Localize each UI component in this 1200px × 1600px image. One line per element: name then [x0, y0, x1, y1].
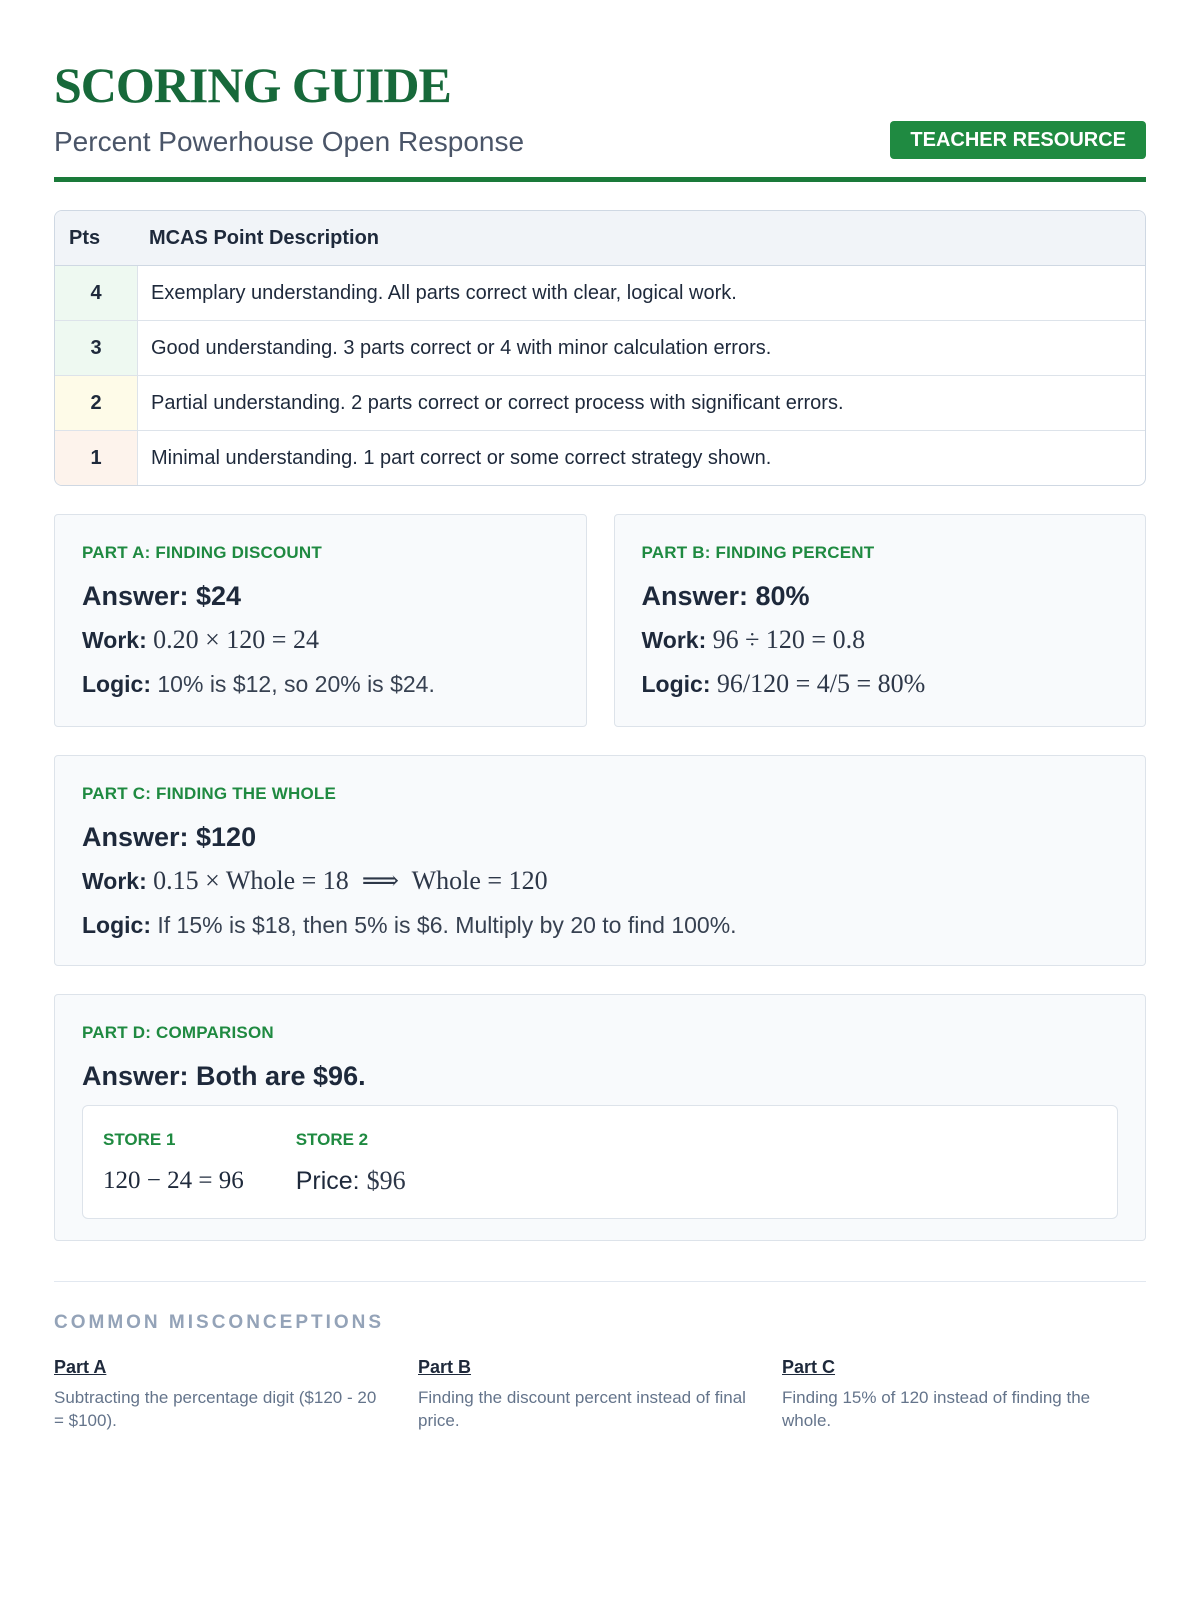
rubric-points-cell: 4 — [55, 266, 138, 320]
rubric-table: Pts MCAS Point Description 4 Exemplary u… — [54, 210, 1146, 486]
store-2-text: Price: — [295, 1167, 367, 1195]
part-b-card: PART B: FINDING PERCENT Answer: 80% Work… — [613, 514, 1146, 727]
part-c-label: PART C: FINDING THE WHOLE — [82, 784, 336, 803]
rubric-header-pts: Pts — [69, 227, 101, 249]
part-b-answer: Answer: 80% — [641, 581, 810, 611]
rubric-header-row: Pts MCAS Point Description — [55, 211, 1145, 266]
table-row: 1 Minimal understanding. 1 part correct … — [55, 431, 1145, 485]
work-label: Work: — [82, 868, 147, 894]
part-b-work: Work: 96 ÷ 120 = 0.8 — [642, 625, 1119, 655]
logic-label: Logic: — [82, 671, 151, 697]
rubric-header-description: MCAS Point Description — [149, 227, 380, 249]
misconception-heading: Part C — [782, 1357, 836, 1377]
misconception-text: Subtracting the percentage digit ($120 -… — [54, 1388, 377, 1430]
rubric-description-cell: Exemplary understanding. All parts corre… — [151, 282, 737, 304]
scoring-guide-page: SCORING GUIDE Percent Powerhouse Open Re… — [0, 0, 1200, 1600]
part-a-answer: Answer: $24 — [82, 581, 242, 611]
rubric-description-cell: Minimal understanding. 1 part correct or… — [151, 447, 772, 469]
store-2-column: STORE 2 Price: $96 — [295, 1130, 406, 1196]
work-expression: 96 ÷ 120 = 0.8 — [712, 625, 866, 654]
part-d-answer: Answer: Both are $96. — [82, 1061, 366, 1091]
misconception-heading: Part B — [418, 1357, 472, 1377]
logic-label: Logic: — [641, 671, 711, 697]
store-1-label: STORE 1 — [103, 1130, 176, 1149]
part-a-work: Work: 0.20 × 120 = 24 — [82, 625, 559, 655]
part-a-logic: Logic: 10% is $12, so 20% is $24. — [82, 669, 559, 699]
part-c-card: PART C: FINDING THE WHOLE Answer: $120 W… — [54, 755, 1146, 966]
misconception-heading: Part A — [54, 1357, 107, 1377]
part-a-label: PART A: FINDING DISCOUNT — [82, 543, 322, 562]
rubric-description-cell: Good understanding. 3 parts correct or 4… — [151, 337, 772, 359]
store-comparison-box: STORE 1 120 − 24 = 96 STORE 2 Price: $96 — [82, 1105, 1118, 1219]
page-header: SCORING GUIDE Percent Powerhouse Open Re… — [54, 60, 1146, 182]
rubric-points-cell: 2 — [55, 376, 138, 430]
logic-text: 10% is $12, so 20% is $24. — [157, 671, 435, 697]
logic-label: Logic: — [82, 912, 151, 938]
misconception-text: Finding 15% of 120 instead of finding th… — [782, 1388, 1091, 1430]
logic-expression: 96/120 = 4/5 = 80% — [716, 669, 926, 698]
store-2-label: STORE 2 — [295, 1130, 369, 1149]
store-1-value: 120 − 24 = 96 — [103, 1167, 244, 1194]
misconception-item: Part B Finding the discount percent inst… — [418, 1356, 782, 1432]
misconception-item: Part C Finding 15% of 120 instead of fin… — [782, 1356, 1146, 1432]
misconceptions-section: COMMON MISCONCEPTIONS Part A Subtracting… — [54, 1281, 1146, 1432]
store-1-column: STORE 1 120 − 24 = 96 — [103, 1130, 244, 1194]
part-c-logic: Logic: If 15% is $18, then 5% is $6. Mul… — [82, 910, 1118, 940]
page-title: SCORING GUIDE — [54, 57, 452, 113]
rubric-points-cell: 1 — [55, 431, 138, 485]
logic-text: If 15% is $18, then 5% is $6. Multiply b… — [157, 912, 737, 938]
rubric-points-cell: 3 — [55, 321, 138, 375]
misconception-text: Finding the discount percent instead of … — [418, 1388, 746, 1430]
part-d-card: PART D: COMPARISON Answer: Both are $96.… — [54, 994, 1146, 1241]
part-d-label: PART D: COMPARISON — [82, 1023, 274, 1042]
part-c-answer: Answer: $120 — [82, 822, 257, 852]
store-2-value: Price: $96 — [296, 1166, 406, 1196]
rubric-description-cell: Partial understanding. 2 parts correct o… — [151, 392, 844, 414]
work-expression: 0.20 × 120 = 24 — [153, 625, 319, 654]
misconceptions-title: COMMON MISCONCEPTIONS — [54, 1312, 385, 1333]
teacher-resource-badge: TEACHER RESOURCE — [890, 121, 1146, 159]
part-c-work: Work: 0.15 × Whole = 18 ⟹ Whole = 120 — [82, 866, 1118, 896]
table-row: 3 Good understanding. 3 parts correct or… — [55, 321, 1145, 376]
parts-a-b-row: PART A: FINDING DISCOUNT Answer: $24 Wor… — [54, 514, 1146, 727]
work-label: Work: — [82, 627, 147, 653]
table-row: 2 Partial understanding. 2 parts correct… — [55, 376, 1145, 431]
misconceptions-columns: Part A Subtracting the percentage digit … — [54, 1356, 1146, 1432]
work-expression: 0.15 × Whole = 18 ⟹ Whole = 120 — [153, 866, 548, 895]
work-label: Work: — [641, 627, 707, 653]
table-row: 4 Exemplary understanding. All parts cor… — [55, 266, 1145, 321]
part-b-logic: Logic: 96/120 = 4/5 = 80% — [642, 669, 1119, 699]
part-a-card: PART A: FINDING DISCOUNT Answer: $24 Wor… — [54, 514, 587, 727]
store-2-price: $96 — [366, 1166, 406, 1195]
misconception-item: Part A Subtracting the percentage digit … — [54, 1356, 418, 1432]
part-b-label: PART B: FINDING PERCENT — [641, 543, 875, 562]
